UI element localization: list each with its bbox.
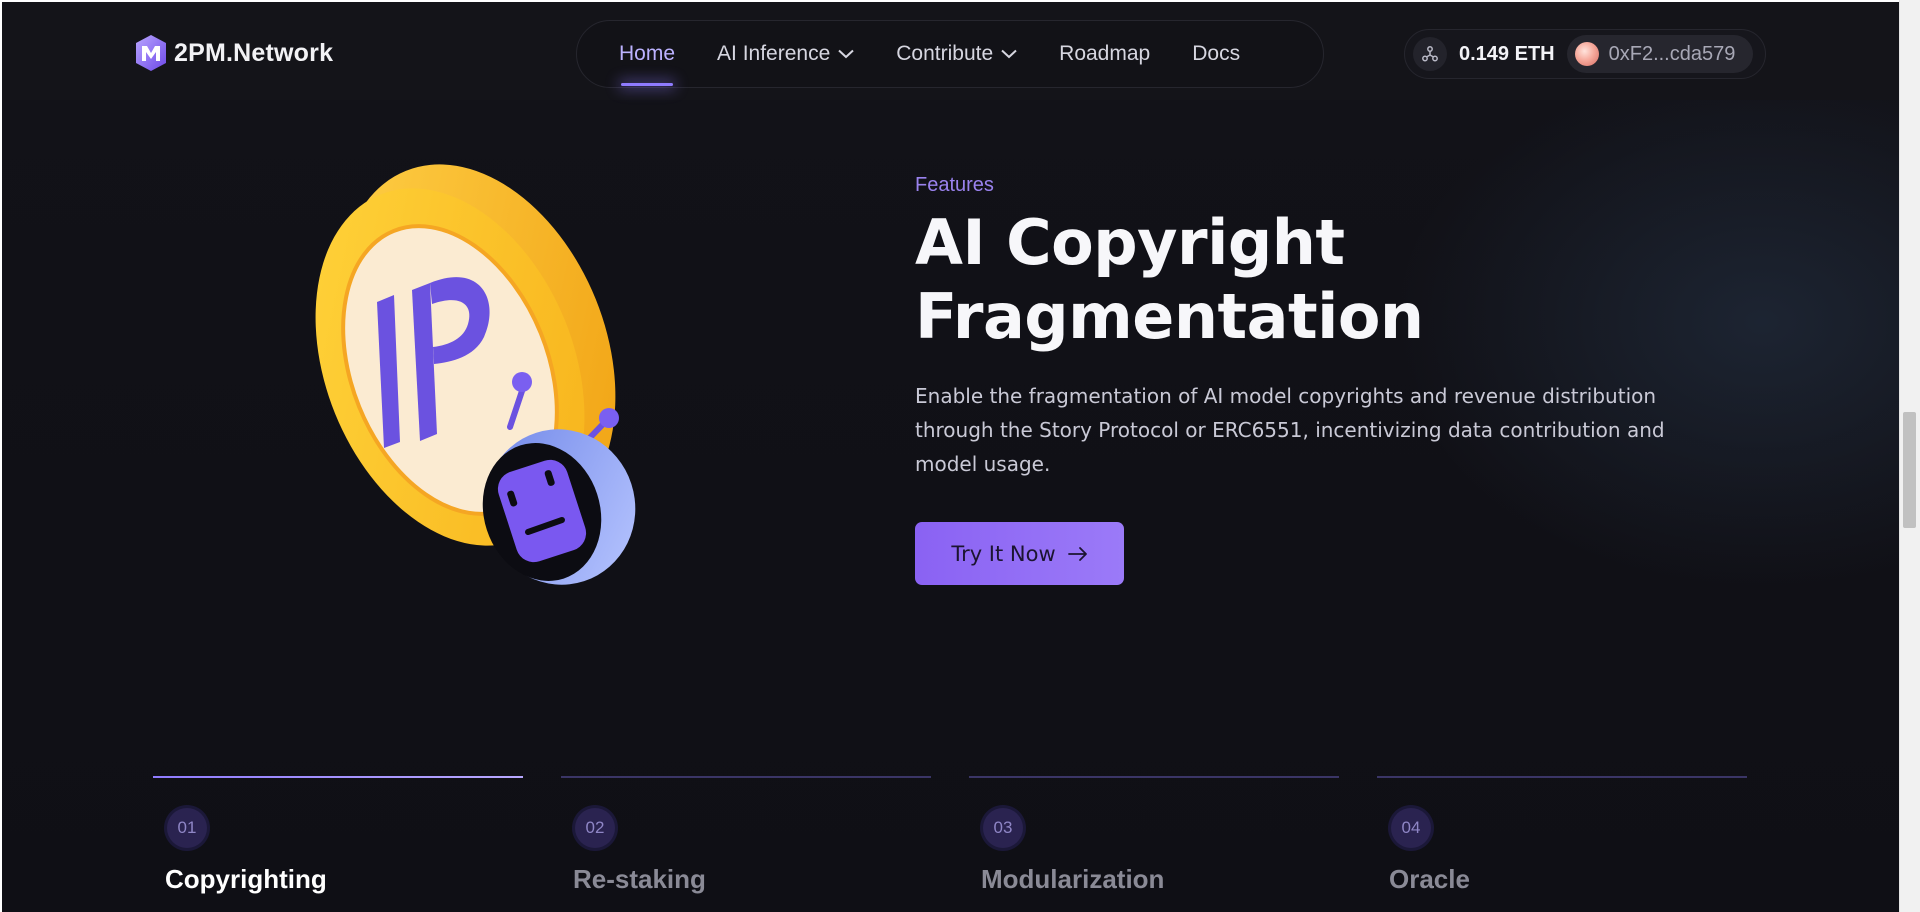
wallet-widget[interactable]: 0.149 ETH 0xF2...cda579 bbox=[1404, 29, 1766, 79]
tab-number: 02 bbox=[575, 808, 615, 848]
logo-icon bbox=[136, 35, 166, 71]
tab-indicator bbox=[153, 776, 523, 778]
section-eyebrow: Features bbox=[915, 174, 994, 196]
nav-roadmap-label: Roadmap bbox=[1059, 42, 1151, 65]
main-nav: Home AI Inference Contribute Roadmap Doc… bbox=[576, 20, 1324, 88]
account-button[interactable]: 0xF2...cda579 bbox=[1566, 35, 1754, 73]
page-viewport: 2PM.Network Home AI Inference Contribute… bbox=[2, 2, 1899, 912]
tab-indicator bbox=[969, 776, 1339, 778]
scrollbar-thumb[interactable] bbox=[1903, 412, 1916, 528]
nav-roadmap[interactable]: Roadmap bbox=[1059, 42, 1150, 66]
wallet-address: 0xF2...cda579 bbox=[1608, 42, 1736, 65]
brand-logo[interactable]: 2PM.Network bbox=[134, 34, 333, 72]
chevron-down-icon bbox=[1001, 49, 1017, 59]
tab-modularization[interactable]: 03 Modularization bbox=[969, 776, 1339, 912]
tab-oracle[interactable]: 04 Oracle bbox=[1377, 776, 1747, 912]
tab-number: 03 bbox=[983, 808, 1023, 848]
brand-name: 2PM.Network bbox=[174, 38, 334, 67]
nav-home[interactable]: Home bbox=[619, 42, 676, 86]
tab-re-staking[interactable]: 02 Re-staking bbox=[561, 776, 931, 912]
tab-title: Oracle bbox=[1389, 864, 1470, 894]
hero-description: Enable the fragmentation of AI model cop… bbox=[915, 384, 1665, 476]
try-it-now-button[interactable]: Try It Now bbox=[915, 522, 1124, 585]
avatar bbox=[1574, 42, 1599, 66]
eth-balance: 0.149 ETH bbox=[1459, 42, 1555, 65]
tab-indicator bbox=[1377, 776, 1747, 778]
chevron-down-icon bbox=[838, 49, 854, 59]
tab-title: Re-staking bbox=[573, 864, 706, 894]
nav-docs-label: Docs bbox=[1192, 42, 1241, 65]
nav-contribute[interactable]: Contribute bbox=[896, 42, 1017, 66]
nav-home-label: Home bbox=[619, 42, 676, 65]
cta-label: Try It Now bbox=[951, 541, 1056, 566]
nav-contribute-label: Contribute bbox=[896, 42, 994, 65]
ip-coin-robot-illustration bbox=[315, 164, 636, 585]
nav-active-indicator bbox=[621, 83, 674, 86]
network-selector[interactable] bbox=[1413, 37, 1447, 71]
nav-ai-inference-label: AI Inference bbox=[717, 42, 831, 65]
arrow-right-icon bbox=[1067, 546, 1087, 561]
tab-copyrighting[interactable]: 01 Copyrighting bbox=[153, 776, 523, 912]
tab-indicator bbox=[561, 776, 931, 778]
tab-title: Copyrighting bbox=[165, 864, 327, 894]
tab-title: Modularization bbox=[981, 864, 1165, 894]
nav-ai-inference[interactable]: AI Inference bbox=[717, 42, 854, 66]
tab-number: 01 bbox=[167, 808, 207, 848]
network-icon bbox=[1422, 46, 1438, 62]
nav-docs[interactable]: Docs bbox=[1192, 42, 1240, 66]
site-header: 2PM.Network Home AI Inference Contribute… bbox=[2, 2, 1899, 100]
hero-title: AI Copyright Fragmentation bbox=[915, 206, 1424, 353]
tab-number: 04 bbox=[1391, 808, 1431, 848]
